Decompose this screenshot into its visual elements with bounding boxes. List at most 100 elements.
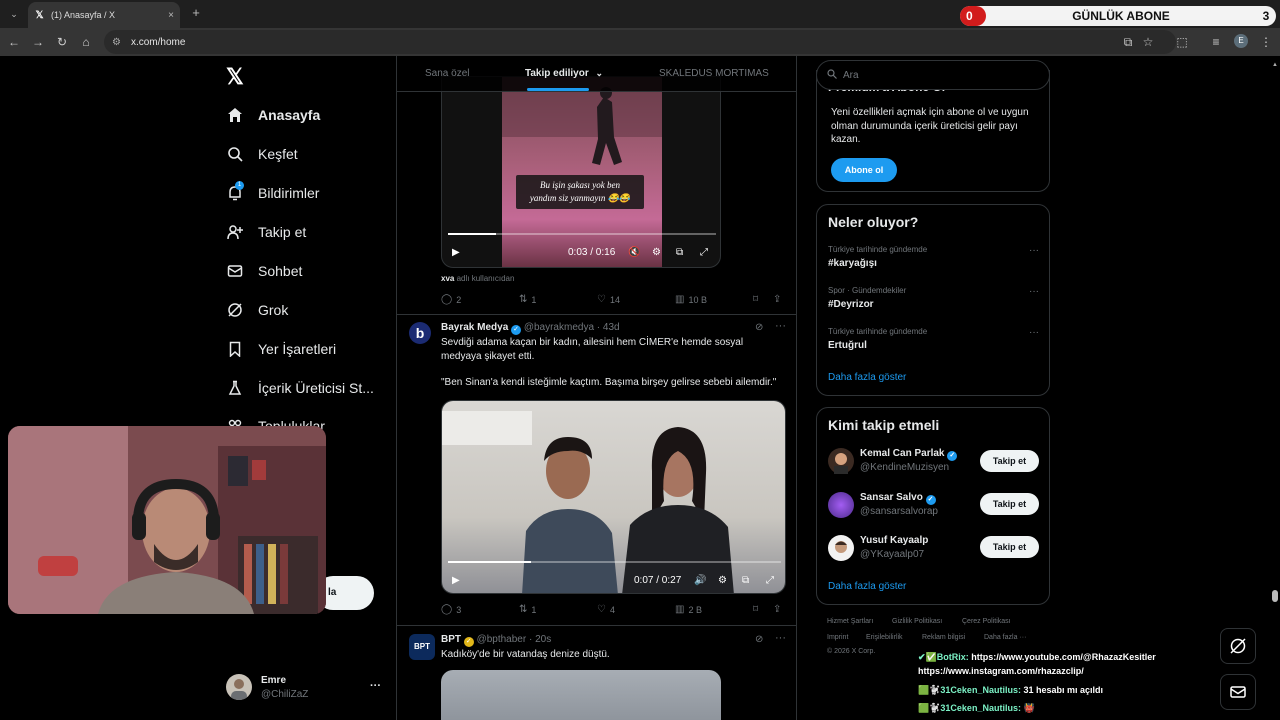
tweet-more-icon[interactable]: ···	[775, 632, 786, 644]
browser-menu-icon[interactable]: ⋮	[1258, 34, 1274, 50]
follow-show-more-link[interactable]: Daha fazla göster	[828, 581, 906, 592]
tweet-avatar[interactable]: BPT	[409, 634, 435, 660]
tweet-image[interactable]	[441, 670, 721, 720]
share-button[interactable]: ⇪	[773, 604, 785, 615]
tab-for-you[interactable]: Sana özel	[425, 68, 469, 79]
nav-item-follow[interactable]: Takip et	[226, 218, 306, 246]
settings-icon[interactable]: ⚙	[652, 247, 661, 258]
site-info-icon[interactable]: ⚙	[112, 37, 121, 48]
like-button[interactable]: ♡ 14	[597, 294, 620, 305]
reply-button[interactable]: ◯ 2	[441, 294, 461, 305]
trends-show-more-link[interactable]: Daha fazla göster	[828, 372, 906, 383]
grok-explain-icon[interactable]: ⊘	[755, 634, 763, 645]
share-button[interactable]: ⇪	[773, 294, 785, 305]
follow-user-name[interactable]: Yusuf Kayaalp	[860, 535, 928, 546]
user-avatar[interactable]	[226, 674, 252, 700]
scrollbar-thumb[interactable]	[1272, 590, 1278, 602]
bookmark-button[interactable]: ⌑	[753, 604, 762, 615]
repost-button[interactable]: ⇅ 1	[519, 604, 536, 615]
source-user[interactable]: xva	[441, 274, 454, 283]
install-app-icon[interactable]: ⧉	[1120, 34, 1136, 50]
follow-button[interactable]: Takip et	[980, 536, 1039, 558]
play-icon[interactable]: ▶	[452, 247, 460, 258]
nav-item-explore[interactable]: Keşfet	[226, 140, 298, 168]
x-logo-icon[interactable]: 𝕏	[226, 64, 244, 90]
author-handle[interactable]: @bayrakmedya	[524, 322, 594, 333]
views-button[interactable]: ▥ 10 B	[675, 294, 707, 305]
play-icon[interactable]: ▶	[452, 575, 460, 586]
pip-icon[interactable]: ⧉	[676, 247, 683, 258]
views-button[interactable]: ▥ 2 B	[675, 604, 702, 615]
trend-more-icon[interactable]: ···	[1029, 245, 1039, 256]
follow-user-name[interactable]: Sansar Salvo ✓	[860, 492, 936, 505]
back-icon[interactable]: ←	[6, 34, 22, 50]
tab-skaledus-mortimas[interactable]: SKALEDUS MORTIMAS	[659, 68, 769, 79]
footer-link[interactable]: Erişilebilirlik	[866, 634, 903, 641]
account-more-button[interactable]: ···	[370, 680, 381, 692]
nav-item-creator-studio[interactable]: İçerik Üreticisi St...	[226, 374, 374, 402]
scroll-up-icon[interactable]: ▲	[1272, 62, 1278, 68]
trend-item[interactable]: #karyağışı	[828, 258, 877, 269]
footer-link[interactable]: Daha fazla ···	[984, 634, 1026, 641]
new-tab-button[interactable]: +	[188, 5, 204, 21]
extensions-icon[interactable]: ⬚	[1174, 34, 1190, 50]
media-control-icon[interactable]: ≡	[1208, 34, 1224, 50]
reply-button[interactable]: ◯ 3	[441, 604, 461, 615]
fullscreen-icon[interactable]: ⤢	[766, 575, 774, 586]
follow-avatar[interactable]	[828, 535, 854, 561]
footer-link[interactable]: Çerez Politikası	[962, 618, 1011, 625]
fullscreen-icon[interactable]: ⤢	[700, 247, 708, 258]
follow-avatar[interactable]	[828, 492, 854, 518]
tweet-time[interactable]: · 43d	[597, 322, 620, 333]
forward-icon[interactable]: →	[30, 34, 46, 50]
author-name[interactable]: Bayrak Medya	[441, 322, 508, 333]
subscribe-button[interactable]: Abone ol	[831, 158, 897, 182]
home-browser-icon[interactable]: ⌂	[78, 34, 94, 50]
bookmark-button[interactable]: ⌑	[753, 294, 762, 305]
author-handle[interactable]: @bpthaber	[477, 634, 527, 645]
grok-float-button[interactable]	[1220, 628, 1256, 664]
grok-explain-icon[interactable]: ⊘	[755, 322, 763, 333]
nav-item-bookmarks[interactable]: Yer İşaretleri	[226, 335, 336, 363]
video-progress-track[interactable]	[448, 233, 716, 235]
nav-item-home[interactable]: Anasayfa	[226, 101, 320, 129]
tweet-more-icon[interactable]: ···	[775, 320, 786, 332]
search-input[interactable]: Ara	[816, 60, 1050, 90]
author-name[interactable]: BPT	[441, 634, 461, 645]
tab-close-icon[interactable]: ×	[168, 10, 174, 21]
trend-item[interactable]: Ertuğrul	[828, 340, 867, 351]
repost-button[interactable]: ⇅ 1	[519, 294, 536, 305]
tweet-video[interactable]: ▶ 0:07 / 0:27 🔊 ⚙ ⧉ ⤢	[441, 400, 786, 594]
footer-link[interactable]: Hizmet Şartları	[827, 618, 873, 625]
tab-search-button[interactable]: ⌄	[6, 6, 22, 22]
footer-link[interactable]: Reklam bilgisi	[922, 634, 965, 641]
messages-float-button[interactable]	[1220, 674, 1256, 710]
follow-button[interactable]: Takip et	[980, 493, 1039, 515]
tweet-time[interactable]: · 20s	[529, 634, 551, 645]
tab-following[interactable]: Takip ediliyor ⌄	[525, 68, 603, 79]
nav-item-chat[interactable]: Sohbet	[226, 257, 302, 285]
nav-item-notifications[interactable]: 1 Bildirimler	[226, 179, 319, 207]
nav-item-grok[interactable]: Grok	[226, 296, 288, 324]
follow-button[interactable]: Takip et	[980, 450, 1039, 472]
pip-icon[interactable]: ⧉	[742, 575, 749, 586]
tweet-video[interactable]: Bu işin şakası yok ben yandım siz yanmay…	[441, 76, 721, 268]
volume-icon[interactable]: 🔊	[694, 575, 706, 586]
video-progress-track[interactable]	[448, 561, 781, 563]
trend-more-icon[interactable]: ···	[1029, 327, 1039, 338]
address-bar[interactable]: ⚙ x.com/home	[104, 30, 1176, 54]
mute-icon[interactable]: 🔇	[628, 247, 640, 258]
like-button[interactable]: ♡ 4	[597, 604, 615, 615]
browser-profile-avatar[interactable]: E	[1234, 34, 1248, 48]
footer-link[interactable]: Imprint	[827, 634, 848, 641]
trend-item[interactable]: #Deyrizor	[828, 299, 874, 310]
follow-avatar[interactable]	[828, 448, 854, 474]
footer-link[interactable]: Gizlilik Politikası	[892, 618, 942, 625]
bookmark-star-icon[interactable]: ☆	[1140, 34, 1156, 50]
reload-icon[interactable]: ↻	[54, 34, 70, 50]
page-scrollbar[interactable]: ▲	[1270, 56, 1280, 720]
tweet-avatar[interactable]: b	[409, 322, 431, 344]
settings-icon[interactable]: ⚙	[718, 575, 727, 586]
follow-user-name[interactable]: Kemal Can Parlak ✓	[860, 448, 958, 461]
trend-more-icon[interactable]: ···	[1029, 286, 1039, 297]
